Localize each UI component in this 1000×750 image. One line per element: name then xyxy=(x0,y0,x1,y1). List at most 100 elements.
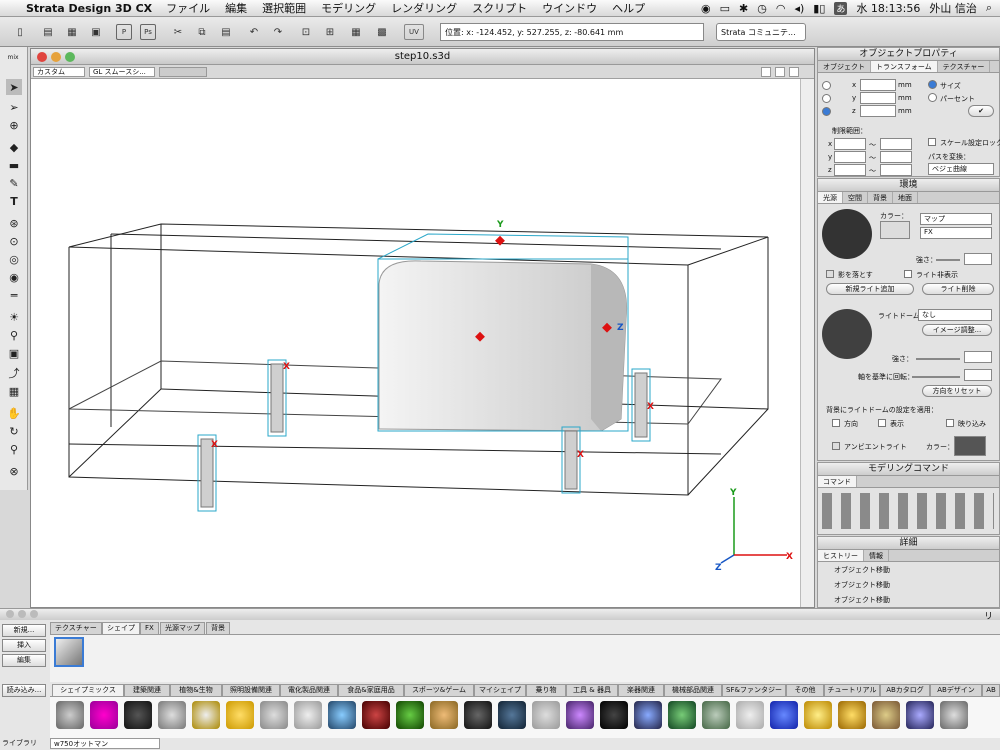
render-select[interactable]: GL スムースシ... xyxy=(89,67,155,77)
shape-thumb-trumpet[interactable] xyxy=(430,701,458,729)
intensity-slider[interactable] xyxy=(936,259,960,261)
frame-icon[interactable]: ⊡ xyxy=(298,24,314,40)
select-tool-icon[interactable]: ➤ xyxy=(6,79,22,95)
shape-thumb-globe[interactable] xyxy=(838,701,866,729)
fx-select[interactable]: FX xyxy=(920,227,992,239)
history-item-2[interactable]: オブジェクト移動 xyxy=(834,580,890,590)
menu-rendering[interactable]: レンダリング xyxy=(391,0,457,16)
cat-my-shape[interactable]: マイシェイプ xyxy=(474,684,526,696)
shape-thumb-recycle[interactable] xyxy=(770,701,798,729)
shape-thumb-gold-ring[interactable] xyxy=(804,701,832,729)
clock-text[interactable]: 水 18:13:56 xyxy=(856,0,920,16)
tab-object[interactable]: オブジェクト xyxy=(818,61,871,72)
reset-direction-button[interactable]: 方向をリセット xyxy=(922,385,992,397)
shape-thumb-ring[interactable] xyxy=(498,701,526,729)
range-z-max[interactable] xyxy=(880,164,912,176)
show-checkbox[interactable] xyxy=(878,419,886,427)
apply-check-button[interactable]: ✔ xyxy=(968,105,994,117)
shape-thumb-camera[interactable] xyxy=(464,701,492,729)
cat-other[interactable]: その他 xyxy=(786,684,824,696)
cat-ab-more[interactable]: AB xyxy=(982,684,1000,696)
user-name[interactable]: 外山 信治 xyxy=(929,0,977,16)
wifi-icon[interactable]: ◠ xyxy=(776,2,786,15)
menu-modeling[interactable]: モデリング xyxy=(321,0,376,16)
path-tool-icon[interactable]: ⤴ xyxy=(6,365,22,381)
eyedropper-tool-icon[interactable]: ⊗ xyxy=(6,463,22,479)
shape-thumb-statue[interactable] xyxy=(56,701,84,729)
close-icon[interactable] xyxy=(37,52,47,62)
split-icon[interactable] xyxy=(789,67,799,77)
map-select[interactable]: マップ xyxy=(920,213,992,225)
shape-thumb-sax[interactable] xyxy=(226,701,254,729)
dome-intensity-input[interactable] xyxy=(964,351,992,363)
ambient-checkbox[interactable] xyxy=(832,442,840,450)
snap-icon[interactable]: ▦ xyxy=(348,24,364,40)
res-tab-texture[interactable]: テクスチャー xyxy=(50,622,102,634)
battery-icon[interactable]: ▮▯ xyxy=(813,2,825,15)
uv-icon[interactable]: UV xyxy=(404,24,424,40)
text-tool-icon[interactable]: T xyxy=(6,193,22,209)
menu-selection[interactable]: 選択範囲 xyxy=(262,0,306,16)
cat-architecture[interactable]: 建築関連 xyxy=(124,684,170,696)
range-x-min[interactable] xyxy=(834,138,866,150)
mode-radio-3[interactable] xyxy=(822,107,831,116)
community-select[interactable]: Strata コミュニテ... xyxy=(716,23,806,41)
spot-light-icon[interactable]: ⚲ xyxy=(6,327,22,343)
image-adjust-button[interactable]: イメージ調整... xyxy=(922,324,992,336)
ambient-color-swatch[interactable] xyxy=(954,436,986,456)
shape-thumb-lizard[interactable] xyxy=(872,701,900,729)
shape-thumb-bolt[interactable] xyxy=(940,701,968,729)
range-x-max[interactable] xyxy=(880,138,912,150)
intensity-input[interactable] xyxy=(964,253,992,265)
new-file-icon[interactable]: ▯ xyxy=(12,24,28,40)
cat-tutorial[interactable]: チュートリアル xyxy=(824,684,880,696)
cube-tool-icon[interactable]: ◆ xyxy=(6,139,22,155)
cat-vehicles[interactable]: 乗り物 xyxy=(526,684,566,696)
lathe-tool-icon[interactable]: ⊙ xyxy=(6,233,22,249)
cat-shape-mix[interactable]: シェイプミックス xyxy=(52,684,124,696)
cat-sports[interactable]: スポーツ&ゲーム xyxy=(404,684,474,696)
selected-shape-thumb[interactable] xyxy=(54,637,84,667)
mode-radio-2[interactable] xyxy=(822,94,831,103)
extrude-tool-icon[interactable]: ⊛ xyxy=(6,215,22,231)
rotate-view-icon[interactable]: ↻ xyxy=(6,423,22,439)
tab-transform[interactable]: トランスフォーム xyxy=(871,61,938,72)
light-color-swatch[interactable] xyxy=(880,221,910,239)
percent-radio[interactable] xyxy=(928,93,937,102)
redo-icon[interactable]: ↷ xyxy=(270,24,286,40)
menu-file[interactable]: ファイル xyxy=(166,0,210,16)
input-lang[interactable]: あ xyxy=(834,1,848,15)
light-direction-sphere[interactable] xyxy=(822,209,872,259)
cat-sf-fantasy[interactable]: SF&ファンタジー xyxy=(722,684,786,696)
delete-light-button[interactable]: ライト削除 xyxy=(922,283,994,295)
shape-thumb-robot[interactable] xyxy=(260,701,288,729)
menu-help[interactable]: ヘルプ xyxy=(612,0,645,16)
res-tab-fx[interactable]: FX xyxy=(140,622,159,634)
ps-export-icon[interactable]: P xyxy=(116,24,132,40)
deform-tool-icon[interactable]: ◉ xyxy=(6,269,22,285)
view-option-icon[interactable] xyxy=(761,67,771,77)
cat-food[interactable]: 食品&家庭用品 xyxy=(338,684,404,696)
shape-thumb-ball[interactable] xyxy=(566,701,594,729)
spotlight-icon[interactable]: ⌕ xyxy=(986,1,992,15)
open-icon[interactable]: ▦ xyxy=(64,24,80,40)
library-select[interactable]: ライブラリ xyxy=(2,738,46,749)
shape-thumb-glasses[interactable] xyxy=(328,701,356,729)
import-button[interactable]: 読み込み... xyxy=(2,684,46,697)
add-light-button[interactable]: 新規ライト追加 xyxy=(826,283,914,295)
hide-light-checkbox[interactable] xyxy=(904,270,912,278)
new-doc-icon[interactable]: ▤ xyxy=(40,24,56,40)
cat-ab-catalog[interactable]: ABカタログ xyxy=(880,684,930,696)
hand-tool-icon[interactable]: ✋ xyxy=(6,405,22,421)
search-field[interactable]: w750オットマン xyxy=(50,738,160,749)
shape-thumb-device[interactable] xyxy=(702,701,730,729)
light-tool-icon[interactable]: ☀ xyxy=(6,309,22,325)
res-tab-shape[interactable]: シェイプ xyxy=(102,622,140,634)
res-min-icon[interactable] xyxy=(18,610,26,618)
cat-ab-design[interactable]: ABデザイン xyxy=(930,684,982,696)
dome-intensity-slider[interactable] xyxy=(916,358,960,360)
direct-select-icon[interactable]: ➢ xyxy=(6,99,22,115)
copy-icon[interactable]: ⧉ xyxy=(194,24,210,40)
minimize-icon[interactable] xyxy=(51,52,61,62)
clock-icon[interactable]: ◷ xyxy=(757,2,767,15)
